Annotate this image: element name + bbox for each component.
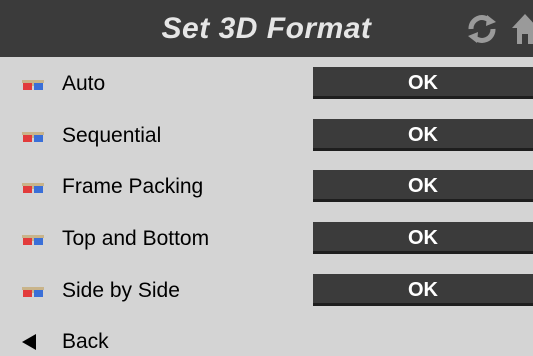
menu-item-frame-packing[interactable]: Frame Packing OK bbox=[0, 166, 533, 208]
3d-glasses-icon bbox=[22, 235, 44, 245]
menu-item-auto[interactable]: Auto OK bbox=[0, 63, 533, 105]
ok-button[interactable]: OK bbox=[313, 170, 533, 202]
ok-button[interactable]: OK bbox=[313, 119, 533, 151]
menu-item-side-by-side[interactable]: Side by Side OK bbox=[0, 270, 533, 312]
page-title: Set 3D Format bbox=[161, 12, 372, 45]
menu-item-label: Top and Bottom bbox=[62, 227, 210, 250]
ok-button[interactable]: OK bbox=[313, 222, 533, 254]
home-icon[interactable] bbox=[510, 12, 533, 46]
menu-item-label: Frame Packing bbox=[62, 175, 204, 198]
refresh-icon[interactable] bbox=[465, 14, 499, 44]
menu-item-sequential[interactable]: Sequential OK bbox=[0, 115, 533, 157]
ok-button[interactable]: OK bbox=[313, 67, 533, 99]
3d-glasses-icon bbox=[22, 183, 44, 193]
set-3d-format-screen: Set 3D Format Auto OK Sequential OK Fram… bbox=[0, 0, 533, 356]
menu-item-label: Sequential bbox=[62, 124, 162, 147]
menu-item-label: Side by Side bbox=[62, 279, 180, 302]
menu-item-label: Auto bbox=[62, 72, 106, 95]
menu-item-top-and-bottom[interactable]: Top and Bottom OK bbox=[0, 218, 533, 260]
header-bar: Set 3D Format bbox=[0, 0, 533, 57]
back-button[interactable]: Back bbox=[0, 321, 533, 356]
back-arrow-icon bbox=[22, 334, 36, 350]
3d-glasses-icon bbox=[22, 287, 44, 297]
3d-glasses-icon bbox=[22, 132, 44, 142]
back-label: Back bbox=[62, 330, 109, 353]
3d-glasses-icon bbox=[22, 80, 44, 90]
ok-button[interactable]: OK bbox=[313, 274, 533, 306]
